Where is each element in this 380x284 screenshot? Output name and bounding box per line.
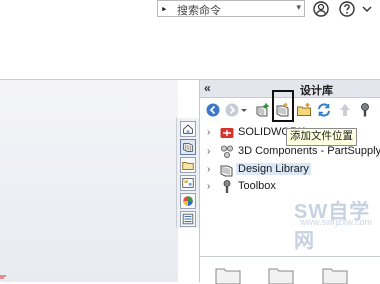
user-icon[interactable]: [312, 0, 330, 18]
forward-dropdown-icon[interactable]: [240, 102, 248, 118]
task-pane-tabs: [176, 118, 199, 228]
expand-chevron-icon[interactable]: ›: [207, 146, 210, 157]
search-input[interactable]: 搜索命令: [177, 2, 221, 18]
help-icon[interactable]: [338, 0, 356, 18]
options-icon[interactable]: [357, 102, 373, 118]
tree-item-toolbox[interactable]: › Toolbox: [200, 179, 380, 195]
tree-item-label: Toolbox: [238, 180, 276, 192]
tree-item-3d-components[interactable]: › 3D Components - PartSupply: [200, 144, 380, 160]
toolbox-icon: [223, 180, 231, 193]
folder-icon[interactable]: [268, 266, 294, 284]
create-folder-icon[interactable]: [296, 102, 312, 118]
design-library-icon: [220, 165, 233, 177]
folder-icon[interactable]: [215, 266, 241, 284]
tree-item-label: Design Library: [236, 163, 311, 175]
appearances-icon[interactable]: [180, 193, 196, 209]
add-location-icon[interactable]: [255, 102, 271, 118]
refresh-icon[interactable]: [316, 102, 332, 118]
up-icon[interactable]: [337, 102, 353, 118]
panel-title: 设计库: [300, 85, 333, 97]
3d-components-icon: [221, 145, 233, 158]
panel-divider: [199, 256, 380, 257]
expand-chevron-icon[interactable]: ›: [207, 164, 210, 175]
search-commands-box[interactable]: ▸ 搜索命令 ▾: [157, 0, 305, 17]
collapse-panel-button[interactable]: «: [204, 81, 211, 95]
folder-icon[interactable]: [322, 266, 348, 284]
tree-item-design-library[interactable]: › Design Library: [200, 162, 380, 178]
watermark-url: www.swrjzxw.com: [300, 217, 373, 227]
expand-chevron-icon[interactable]: ›: [207, 181, 210, 192]
tree-item-label: 3D Components - PartSupply: [238, 145, 380, 157]
search-dropdown-icon[interactable]: ▾: [296, 2, 301, 13]
back-icon[interactable]: [205, 102, 221, 118]
origin-marker-icon: [0, 275, 6, 279]
prompt-icon: ▸: [161, 2, 168, 15]
expand-chevron-icon[interactable]: ›: [207, 127, 210, 138]
file-explorer-icon[interactable]: [180, 157, 196, 173]
design-library-icon[interactable]: [180, 139, 196, 155]
solidworks-content-icon: [220, 128, 234, 138]
dropdown-icon[interactable]: [361, 0, 373, 18]
custom-properties-icon[interactable]: [180, 211, 196, 227]
graphics-area[interactable]: [0, 80, 178, 282]
tooltip-add-file-location: 添加文件位置: [286, 128, 357, 146]
forward-icon[interactable]: [224, 102, 240, 118]
top-bar: ▸ 搜索命令 ▾: [0, 0, 380, 22]
home-icon[interactable]: [180, 121, 196, 137]
view-palette-icon[interactable]: [180, 175, 196, 191]
highlight-box: [272, 90, 294, 122]
